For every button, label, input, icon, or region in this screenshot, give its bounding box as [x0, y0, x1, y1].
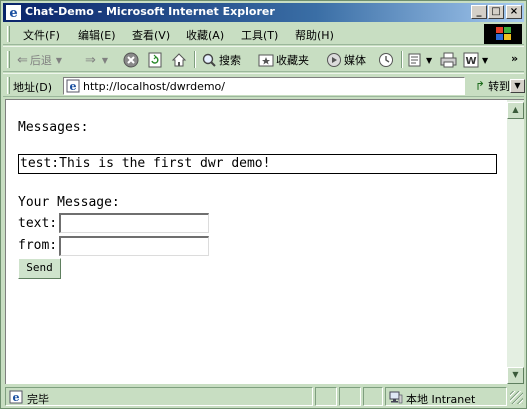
favorites-button[interactable]: 收藏夹 [258, 51, 309, 69]
menu-bar: 文件(F) 编辑(E) 查看(V) 收藏(A) 工具(T) 帮助(H) [3, 23, 524, 45]
home-icon [171, 53, 187, 67]
chevron-up-icon: ▲ [512, 105, 519, 114]
menu-help[interactable]: 帮助(H) [295, 27, 334, 43]
status-panel [339, 387, 361, 406]
menu-edit[interactable]: 编辑(E) [78, 27, 116, 43]
status-text: 完毕 [27, 393, 49, 406]
print-icon [440, 52, 457, 68]
search-icon [202, 53, 216, 67]
forward-arrow-icon: ⇒ [85, 52, 96, 68]
windows-logo-icon [484, 24, 522, 44]
menu-tools[interactable]: 工具(T) [241, 27, 278, 43]
maximize-button[interactable]: □ [488, 5, 504, 19]
vertical-scrollbar[interactable]: ▲ ▼ [507, 99, 524, 384]
page-content: Messages: test:This is the first dwr dem… [5, 99, 507, 384]
media-label: 媒体 [344, 54, 366, 67]
word-edit-icon: W [463, 52, 479, 68]
print-button[interactable] [440, 51, 457, 69]
text-input[interactable] [59, 213, 209, 233]
search-label: 搜索 [219, 54, 241, 67]
forward-button[interactable]: ⇒ ▼ [85, 51, 108, 69]
browser-window: e Chat-Demo - Microsoft Internet Explore… [0, 0, 527, 409]
dropdown-arrow-icon: ▼ [482, 55, 489, 65]
go-label: 转到 [488, 80, 511, 93]
home-button[interactable] [171, 51, 187, 69]
svg-text:e: e [13, 391, 20, 404]
scroll-down-button[interactable]: ▼ [507, 367, 524, 384]
intranet-zone-icon [389, 391, 403, 404]
resize-grip[interactable] [510, 391, 523, 404]
toolbar-grip[interactable] [7, 77, 10, 94]
svg-text:e: e [70, 80, 77, 93]
address-url: http://localhost/dwrdemo/ [83, 80, 225, 93]
page-ie-icon: e [66, 79, 80, 93]
from-label: from: [18, 238, 58, 253]
go-arrow-icon: ↱ [475, 79, 486, 93]
address-dropdown-button[interactable]: ▼ [510, 79, 525, 93]
close-button[interactable]: × [506, 5, 522, 19]
media-icon [327, 53, 341, 67]
mail-button[interactable]: ▼ [408, 51, 432, 69]
menu-file[interactable]: 文件(F) [23, 27, 60, 43]
refresh-button[interactable] [147, 51, 163, 69]
minimize-button[interactable]: _ [471, 5, 487, 19]
dropdown-arrow-icon: ▼ [101, 55, 109, 65]
media-button[interactable]: 媒体 [326, 51, 366, 69]
favorites-label: 收藏夹 [276, 54, 309, 67]
back-button[interactable]: ⇐ 后退 ▼ [17, 51, 62, 69]
history-icon [379, 53, 393, 67]
text-label: text: [18, 216, 58, 231]
chevron-down-icon: ▼ [514, 81, 521, 90]
toolbar-grip[interactable] [7, 26, 10, 42]
chevron-down-icon: ▼ [512, 370, 519, 379]
history-button[interactable] [378, 51, 395, 69]
ie-icon: e [6, 5, 21, 20]
address-bar: 地址(D) e http://localhost/dwrdemo/ ▼ ↱ 转到 [3, 73, 525, 97]
edit-button[interactable]: W ▼ [463, 51, 488, 69]
your-message-label: Your Message: [18, 195, 120, 210]
messages-list: test:This is the first dwr demo! [18, 154, 497, 174]
back-label: 后退 [29, 54, 52, 67]
mail-icon [408, 53, 421, 67]
status-panel [363, 387, 383, 406]
menu-view[interactable]: 查看(V) [132, 27, 170, 43]
refresh-icon [148, 52, 162, 68]
message-item: test:This is the first dwr demo! [20, 156, 271, 171]
zone-label: 本地 Intranet [406, 393, 476, 406]
address-input[interactable]: e http://localhost/dwrdemo/ ▼ [63, 77, 525, 95]
messages-label: Messages: [18, 120, 89, 135]
status-panel [315, 387, 337, 406]
toolbar-overflow-chevron[interactable]: » [511, 49, 518, 67]
zone-panel[interactable]: 本地 Intranet [385, 387, 507, 406]
address-label: 地址(D) [13, 81, 53, 94]
dropdown-arrow-icon: ▼ [426, 55, 433, 65]
toolbar-grip[interactable] [7, 51, 10, 68]
menu-favorites[interactable]: 收藏(A) [186, 27, 224, 43]
toolbar-separator [401, 51, 403, 68]
favorites-icon [258, 54, 274, 67]
status-panel: e 完毕 [5, 387, 313, 406]
dropdown-arrow-icon: ▼ [55, 55, 63, 65]
from-input[interactable] [59, 236, 209, 256]
stop-icon [123, 52, 139, 68]
send-button[interactable]: Send [18, 258, 61, 279]
page-done-icon: e [9, 390, 23, 404]
svg-text:W: W [465, 56, 476, 67]
toolbar-separator [194, 51, 196, 68]
search-button[interactable]: 搜索 [201, 51, 241, 69]
stop-button[interactable] [123, 51, 139, 69]
title-bar[interactable]: e Chat-Demo - Microsoft Internet Explore… [3, 3, 524, 22]
status-bar: e 完毕 本地 Intranet [3, 386, 524, 407]
back-arrow-icon: ⇐ [17, 52, 28, 68]
window-title: Chat-Demo - Microsoft Internet Explorer [25, 5, 275, 18]
go-button[interactable]: ↱ 转到 [475, 78, 510, 94]
svg-text:e: e [9, 6, 17, 20]
scroll-up-button[interactable]: ▲ [507, 102, 524, 119]
standard-toolbar: ⇐ 后退 ▼ ⇒ ▼ 搜索 收藏夹 媒体 ▼ W ▼ » [3, 46, 524, 72]
